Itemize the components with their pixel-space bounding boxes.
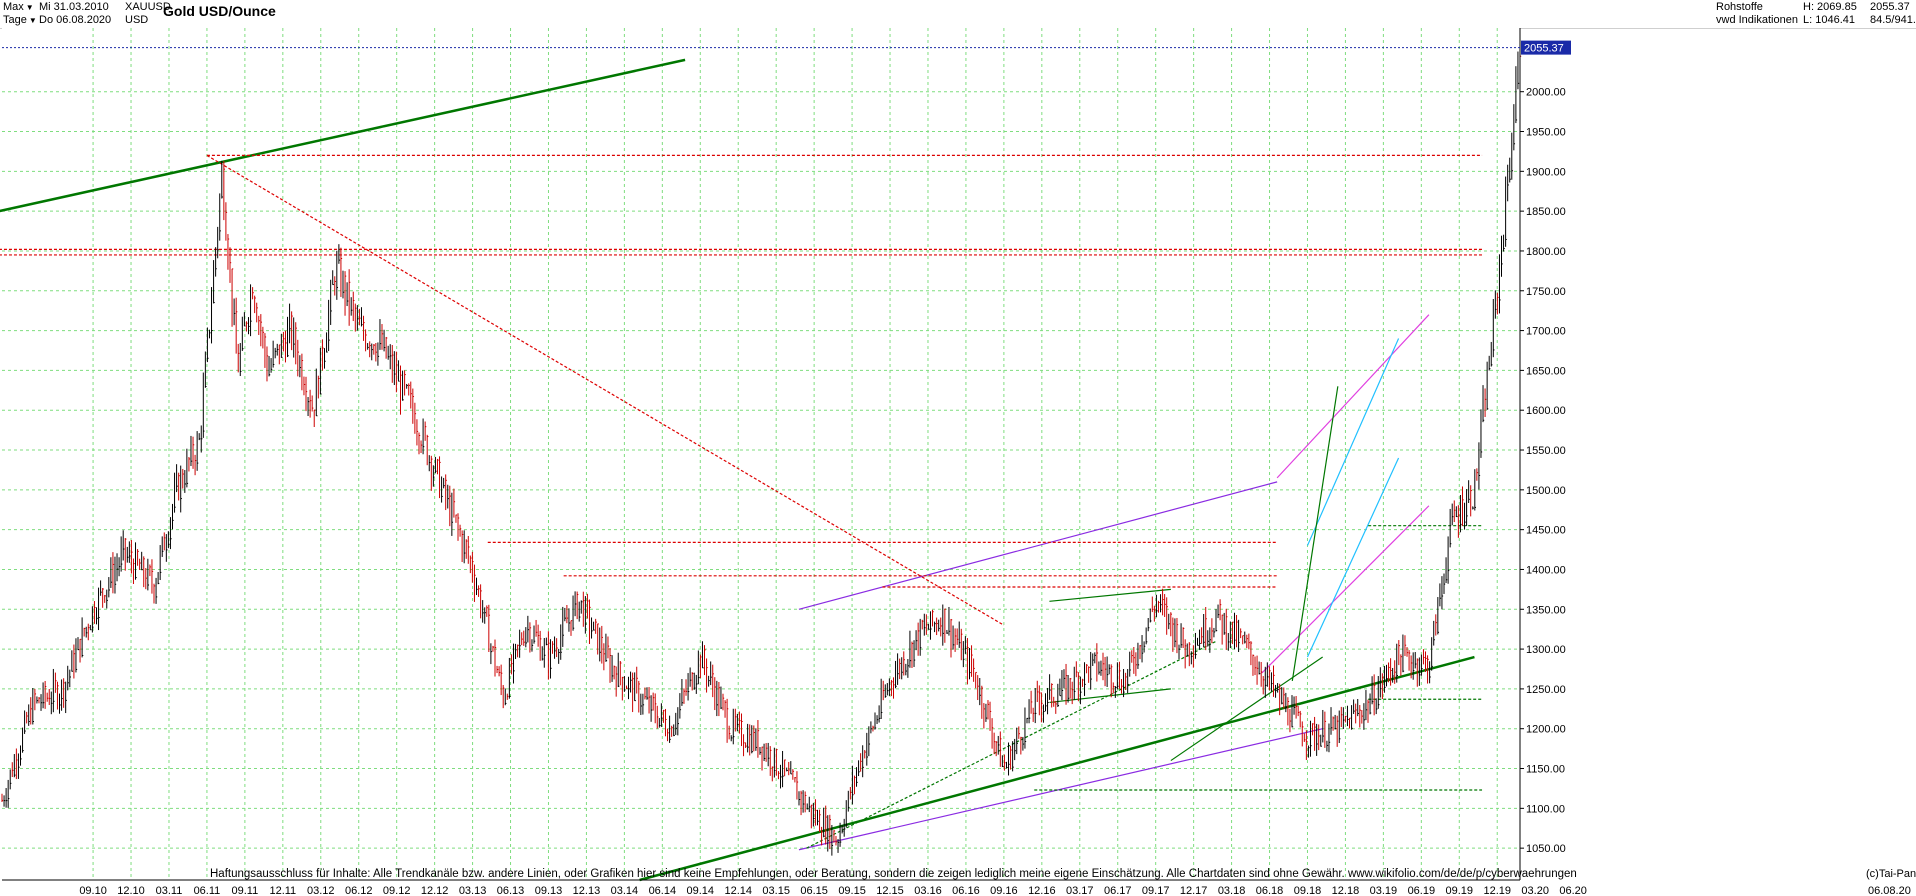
copyright-label: (c)Tai-Pan xyxy=(1866,868,1916,880)
x-tick-label: 06.20 xyxy=(1559,885,1587,896)
y-tick-label: 1850.00 xyxy=(1526,206,1566,218)
x-tick-label: 09.13 xyxy=(535,885,563,896)
y-tick-label: 1800.00 xyxy=(1526,246,1566,258)
x-tick-label: 12.19 xyxy=(1483,885,1511,896)
x-tick-label: 12.12 xyxy=(421,885,449,896)
x-tick-label: 06.16 xyxy=(952,885,980,896)
y-tick-label: 1250.00 xyxy=(1526,684,1566,696)
x-tick-label: 03.18 xyxy=(1218,885,1246,896)
x-tick-label: 12.10 xyxy=(117,885,145,896)
x-tick-label: 12.18 xyxy=(1332,885,1360,896)
x-tick-label: 12.11 xyxy=(269,885,296,896)
x-tick-label: 03.12 xyxy=(307,885,335,896)
y-tick-label: 1300.00 xyxy=(1526,644,1566,656)
x-tick-label: 12.16 xyxy=(1028,885,1056,896)
x-tick-label: 06.14 xyxy=(649,885,677,896)
x-tick-label: 09.17 xyxy=(1142,885,1170,896)
x-tick-label: 06.11 xyxy=(194,885,221,896)
x-tick-label: 09.18 xyxy=(1294,885,1322,896)
x-tick-label: 09.19 xyxy=(1446,885,1474,896)
x-axis: 09.10 12.10 03.11 06.11 09.11 12.11 03.12 06.12… xyxy=(2,879,1911,896)
x-tick-label: 03.17 xyxy=(1066,885,1094,896)
x-tick-label: 12.13 xyxy=(573,885,601,896)
y-tick-label: 1650.00 xyxy=(1526,365,1566,377)
x-tick-label: 09.10 xyxy=(79,885,107,896)
x-tick-label: 03.20 xyxy=(1521,885,1549,896)
x-tick-label: 12.14 xyxy=(724,885,752,896)
y-tick-label: 1900.00 xyxy=(1526,166,1566,178)
x-tick-label: 06.08.20 xyxy=(1868,885,1911,896)
x-tick-label: 09.12 xyxy=(383,885,411,896)
x-tick-label: 09.11 xyxy=(232,885,259,896)
x-tick-label: 06.17 xyxy=(1104,885,1132,896)
x-tick-label: 03.16 xyxy=(914,885,942,896)
y-tick-label: 1600.00 xyxy=(1526,405,1566,417)
x-tick-label: 12.17 xyxy=(1180,885,1208,896)
disclaimer-text: Haftungsausschluss für Inhalte: Alle Tre… xyxy=(210,868,1577,880)
x-tick-label: 09.15 xyxy=(838,885,866,896)
x-tick-label: 06.13 xyxy=(497,885,525,896)
y-tick-label: 1550.00 xyxy=(1526,445,1566,457)
x-tick-label: 06.15 xyxy=(800,885,828,896)
y-tick-label: 1500.00 xyxy=(1526,485,1566,497)
y-tick-label: 1150.00 xyxy=(1526,764,1565,776)
y-tick-label: 1950.00 xyxy=(1526,127,1566,139)
y-tick-label: 1750.00 xyxy=(1526,286,1566,298)
x-tick-label: 03.11 xyxy=(156,885,183,896)
x-tick-label: 09.14 xyxy=(687,885,715,896)
y-tick-label: 2000.00 xyxy=(1526,87,1566,99)
x-tick-label: 12.15 xyxy=(876,885,904,896)
x-tick-label: 06.12 xyxy=(345,885,373,896)
x-tick-label: 06.19 xyxy=(1408,885,1436,896)
x-tick-label: 03.15 xyxy=(762,885,790,896)
x-tick-label: 03.19 xyxy=(1370,885,1398,896)
last-price-label: 2055.37 xyxy=(1524,43,1564,55)
price-chart[interactable]: 1050.00 1100.00 1150.00 1200.00 1250.00 1300.… xyxy=(0,0,1916,896)
x-tick-label: 09.16 xyxy=(990,885,1018,896)
x-tick-label: 03.14 xyxy=(611,885,639,896)
x-tick-label: 06.18 xyxy=(1256,885,1284,896)
y-tick-label: 1350.00 xyxy=(1526,604,1566,616)
y-tick-label: 1400.00 xyxy=(1526,564,1566,576)
y-tick-label: 1450.00 xyxy=(1526,525,1566,537)
y-tick-label: 1200.00 xyxy=(1526,724,1566,736)
y-axis: 1050.00 1100.00 1150.00 1200.00 1250.00 1300.… xyxy=(1519,28,1566,880)
y-tick-label: 1700.00 xyxy=(1526,326,1566,338)
y-tick-label: 1100.00 xyxy=(1526,803,1565,815)
y-tick-label: 1050.00 xyxy=(1526,843,1566,855)
x-tick-label: 03.13 xyxy=(459,885,487,896)
